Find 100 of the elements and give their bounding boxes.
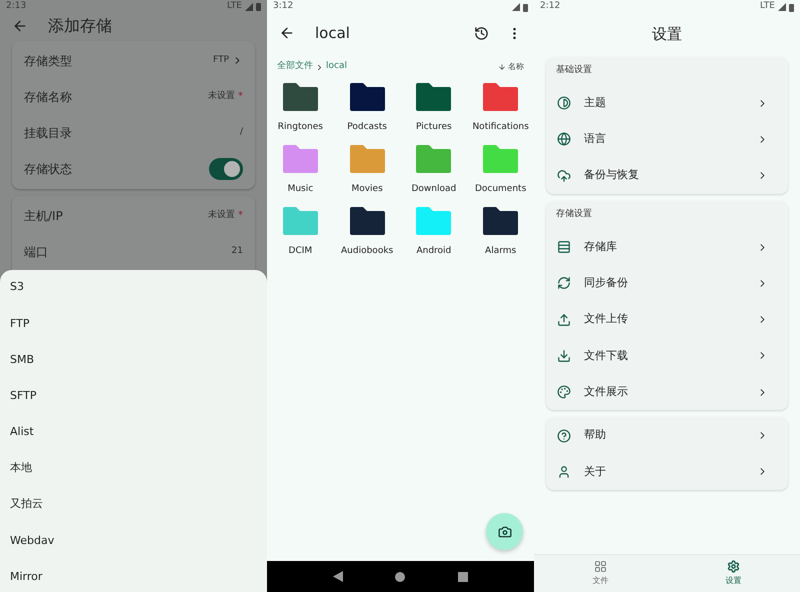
item-label: 备份与恢复 [584, 167, 640, 184]
row-label: 端口 [24, 244, 48, 260]
settings-item[interactable]: 语言 [546, 121, 788, 158]
item-label: 语言 [584, 131, 607, 148]
folder-name: DCIM [288, 245, 312, 258]
settings-item[interactable]: 备份与恢复 [546, 158, 788, 194]
folder-name: Music [288, 183, 314, 196]
item-label: 文件展示 [584, 384, 629, 400]
back-icon[interactable] [279, 25, 295, 41]
sheet-option[interactable]: Mirror [0, 559, 267, 592]
sheet-option[interactable]: SFTP [0, 378, 267, 414]
setting-row[interactable]: 存储状态 [12, 150, 255, 186]
setting-row[interactable]: 挂载目录 / [12, 114, 255, 150]
sheet-option[interactable]: S3 [0, 270, 267, 306]
sort-button[interactable]: 名称 [498, 61, 524, 73]
folder-name: Download [412, 183, 456, 196]
settings-item[interactable]: 文件上传 [546, 301, 788, 338]
signal-icon [512, 3, 520, 11]
contrast-icon [557, 96, 571, 110]
nav-tab[interactable]: 文件 [534, 555, 667, 592]
toggle-switch[interactable] [209, 158, 243, 180]
signal-icon [778, 3, 786, 11]
row-label: 存储名称 [24, 88, 72, 106]
folder-item[interactable]: Ringtones [267, 82, 334, 144]
folder-name: Notifications [472, 121, 529, 134]
required-mark: * [238, 209, 243, 223]
item-label: 同步备份 [584, 275, 629, 292]
screen-title: 添加存储 [48, 14, 112, 36]
folder-item[interactable]: Android [400, 206, 468, 268]
item-label: 主题 [584, 94, 607, 111]
folder-name: Pictures [416, 121, 452, 134]
screen-title: 设置 [652, 24, 682, 45]
row-label: 挂载目录 [24, 124, 72, 142]
network-label: LTE [760, 0, 775, 14]
back-triangle-icon[interactable] [333, 571, 344, 582]
row-value: 未设置 [208, 208, 235, 222]
grid-icon [594, 560, 607, 573]
folder-name: Ringtones [278, 121, 323, 134]
sheet-option[interactable]: Webdav [0, 522, 267, 559]
settings-item[interactable]: 关于 [546, 454, 788, 490]
folder-item[interactable]: DCIM [267, 206, 334, 268]
camera-fab[interactable] [486, 513, 523, 550]
group-title: 存储设置 [556, 208, 592, 222]
camera-icon [498, 524, 512, 538]
folder-item[interactable]: Notifications [467, 82, 534, 144]
sheet-option[interactable]: 本地 [0, 450, 267, 487]
person-icon [557, 464, 571, 479]
sheet-option[interactable]: SMB [0, 342, 267, 378]
row-value: FTP [213, 54, 229, 67]
download-icon [557, 348, 571, 363]
folder-item[interactable]: Podcasts [334, 82, 400, 144]
status-time: 3:12 [273, 0, 294, 14]
settings-item[interactable]: 主题 [546, 85, 788, 122]
item-label: 文件上传 [584, 311, 629, 328]
folder-name: Movies [351, 183, 383, 196]
folder-item[interactable]: Music [267, 144, 334, 206]
help-icon [557, 428, 571, 443]
row-value: / [240, 126, 243, 139]
settings-item[interactable]: 帮助 [546, 417, 788, 454]
folder-item[interactable]: Pictures [400, 82, 468, 144]
settings-item[interactable]: 文件下载 [546, 338, 788, 374]
sheet-option[interactable]: Alist [0, 414, 267, 450]
setting-row[interactable]: 存储类型 FTP [12, 42, 255, 78]
storage-rows-icon [557, 240, 571, 254]
setting-row[interactable]: 存储名称 未设置 * [12, 78, 255, 114]
row-label: 主机/IP [24, 208, 63, 224]
folder-name: Android [416, 245, 452, 258]
network-label: LTE [227, 0, 242, 13]
nav-tab[interactable]: 设置 [667, 555, 800, 592]
setting-row[interactable]: 主机/IP 未设置 * [12, 198, 255, 234]
home-circle-icon[interactable] [395, 572, 406, 582]
settings-item[interactable]: 文件展示 [546, 374, 788, 410]
setting-row[interactable]: 端口 21 [12, 234, 255, 270]
status-time: 2:12 [540, 0, 560, 14]
folder-item[interactable]: Movies [334, 144, 400, 206]
sheet-option[interactable]: 又拍云 [0, 486, 267, 523]
breadcrumb-link[interactable]: 全部文件 [277, 60, 313, 74]
folder-title: local [315, 22, 351, 44]
status-time: 2:13 [6, 0, 26, 13]
sheet-option[interactable]: FTP [0, 306, 267, 342]
item-label: 帮助 [584, 427, 607, 444]
folder-item[interactable]: Audiobooks [334, 206, 400, 268]
settings-item[interactable]: 同步备份 [546, 265, 788, 302]
required-mark: * [238, 90, 243, 104]
settings-item[interactable]: 存储库 [546, 228, 788, 266]
item-label: 文件下载 [584, 348, 629, 364]
upload-icon [557, 312, 571, 327]
folder-item[interactable]: Alarms [467, 206, 534, 268]
group-title: 基础设置 [556, 64, 592, 78]
row-value: 21 [232, 244, 243, 258]
breadcrumb-link[interactable]: local [326, 60, 347, 74]
folder-item[interactable]: Documents [467, 144, 534, 206]
item-label: 关于 [584, 464, 607, 480]
folder-item[interactable]: Download [400, 144, 468, 206]
battery-icon [256, 2, 261, 12]
battery-icon [523, 2, 528, 12]
recents-square-icon[interactable] [458, 572, 468, 582]
folder-name: Alarms [485, 245, 516, 258]
palette-icon [557, 385, 571, 400]
folder-name: Podcasts [347, 121, 387, 134]
